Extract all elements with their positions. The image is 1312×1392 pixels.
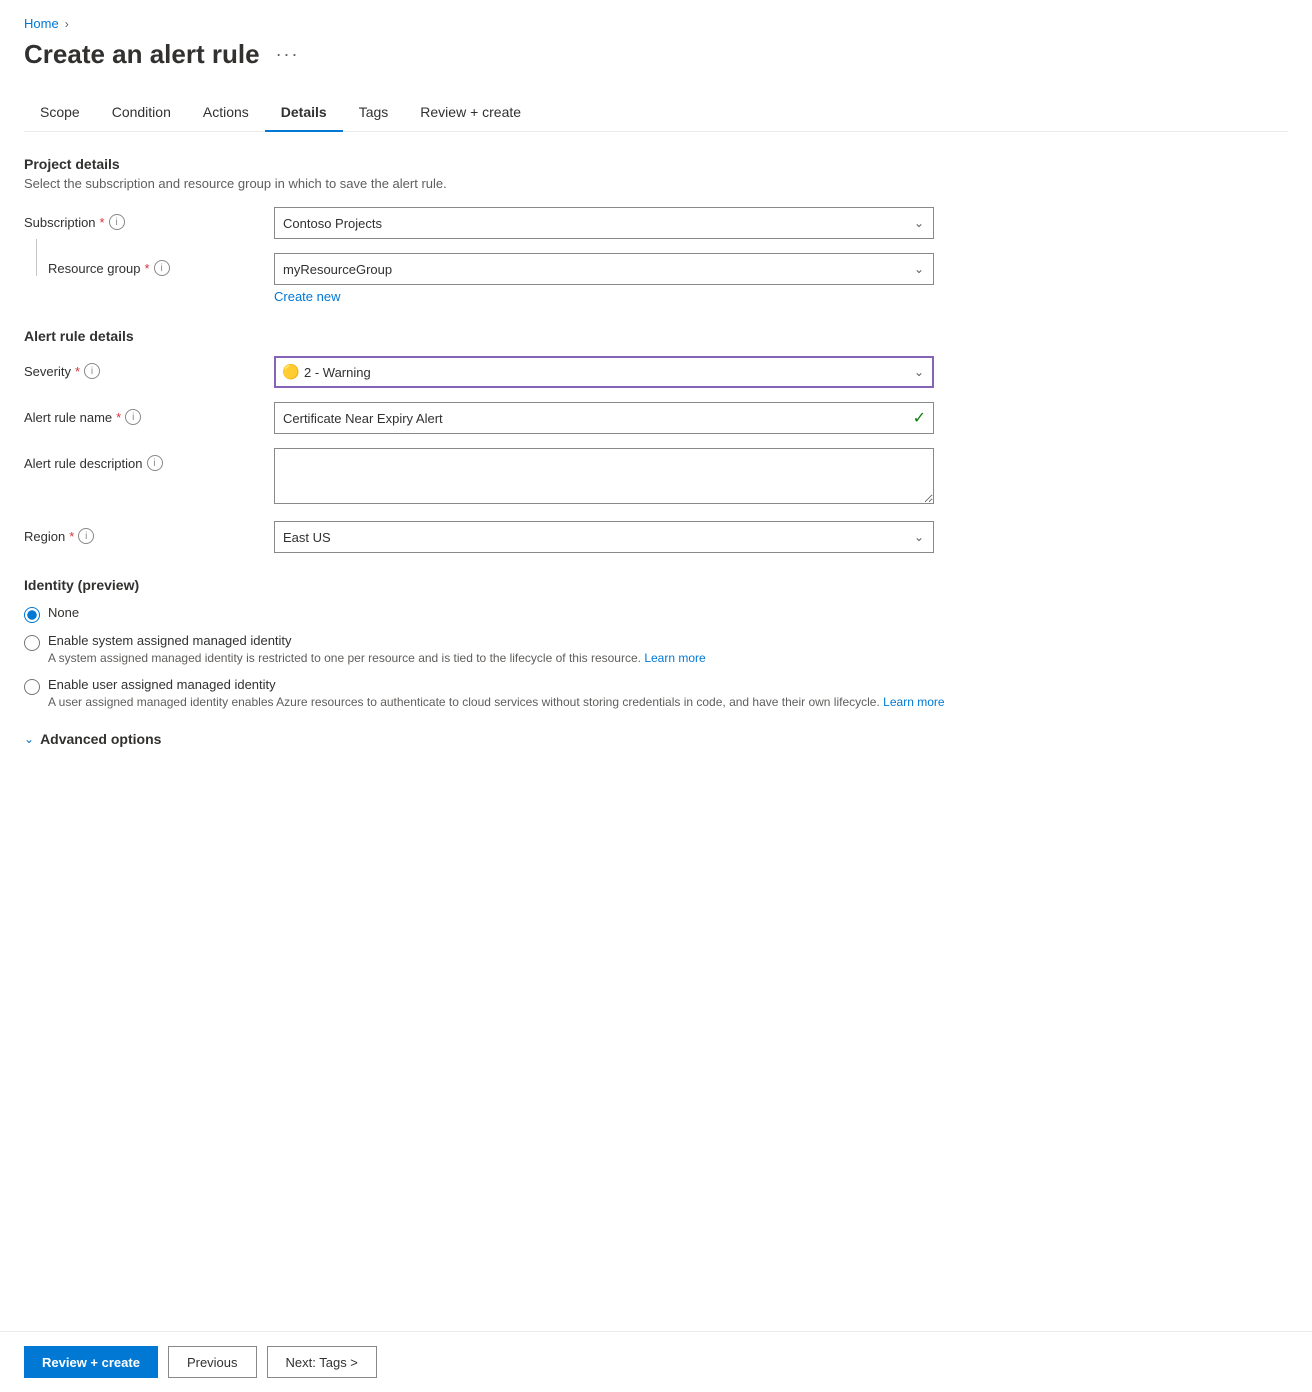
identity-user-radio[interactable] [24, 679, 40, 695]
alert-rule-description-textarea[interactable] [274, 448, 934, 504]
create-new-link[interactable]: Create new [274, 289, 340, 304]
identity-user-label[interactable]: Enable user assigned managed identity [48, 677, 945, 692]
alert-rule-name-control: ✓ [274, 402, 934, 434]
previous-button[interactable]: Previous [168, 1346, 257, 1378]
alert-rule-name-input[interactable] [274, 402, 934, 434]
page-title: Create an alert rule [24, 39, 260, 70]
identity-system-learn-more-link[interactable]: Learn more [644, 651, 705, 665]
identity-system-option: Enable system assigned managed identity … [24, 633, 1288, 667]
severity-select[interactable]: 0 - Critical 1 - Error 2 - Warning 3 - I… [274, 356, 934, 388]
severity-info-icon[interactable]: i [84, 363, 100, 379]
alert-rule-description-control [274, 448, 934, 507]
subscription-info-icon[interactable]: i [109, 214, 125, 230]
ellipsis-menu-button[interactable]: ··· [270, 42, 306, 67]
severity-label: Severity * i [24, 356, 274, 379]
tab-condition[interactable]: Condition [96, 94, 187, 132]
resource-group-label: Resource group * i [24, 253, 274, 276]
region-info-icon[interactable]: i [78, 528, 94, 544]
identity-none-radio[interactable] [24, 607, 40, 623]
identity-user-description: A user assigned managed identity enables… [48, 694, 945, 711]
identity-section-title: Identity (preview) [24, 577, 1288, 593]
region-required: * [69, 529, 74, 544]
region-label: Region * i [24, 521, 274, 544]
review-create-button[interactable]: Review + create [24, 1346, 158, 1378]
subscription-required: * [100, 215, 105, 230]
alert-rule-name-info-icon[interactable]: i [125, 409, 141, 425]
resource-group-required: * [145, 261, 150, 276]
advanced-options-chevron-icon: ⌄ [24, 732, 34, 746]
identity-system-radio[interactable] [24, 635, 40, 651]
advanced-options-section[interactable]: ⌄ Advanced options [24, 731, 1288, 747]
alert-rule-name-label: Alert rule name * i [24, 402, 274, 425]
identity-user-option: Enable user assigned managed identity A … [24, 677, 1288, 711]
subscription-label: Subscription * i [24, 207, 274, 230]
identity-system-description: A system assigned managed identity is re… [48, 650, 706, 667]
tabs-nav: Scope Condition Actions Details Tags Rev… [24, 94, 1288, 132]
breadcrumb: Home › [24, 16, 1288, 31]
alert-rule-description-info-icon[interactable]: i [147, 455, 163, 471]
alert-rule-details-title: Alert rule details [24, 328, 1288, 344]
severity-control: 🟡 0 - Critical 1 - Error 2 - Warning 3 -… [274, 356, 934, 388]
region-select[interactable]: East US East US 2 West US West US 2 Nort… [274, 521, 934, 553]
subscription-select[interactable]: Contoso Projects [274, 207, 934, 239]
advanced-options-label: Advanced options [40, 731, 161, 747]
identity-none-label[interactable]: None [48, 605, 79, 620]
tab-review-create[interactable]: Review + create [404, 94, 537, 132]
identity-system-label[interactable]: Enable system assigned managed identity [48, 633, 706, 648]
identity-user-learn-more-link[interactable]: Learn more [883, 695, 944, 709]
resource-group-info-icon[interactable]: i [154, 260, 170, 276]
subscription-control: Contoso Projects ⌄ [274, 207, 934, 239]
severity-required: * [75, 364, 80, 379]
tab-tags[interactable]: Tags [343, 94, 405, 132]
tab-details[interactable]: Details [265, 94, 343, 132]
alert-rule-name-required: * [116, 410, 121, 425]
next-tags-button[interactable]: Next: Tags > [267, 1346, 377, 1378]
footer: Review + create Previous Next: Tags > [0, 1331, 1312, 1392]
alert-rule-description-label: Alert rule description i [24, 448, 274, 471]
resource-group-select[interactable]: myResourceGroup [274, 253, 934, 285]
project-details-section-title: Project details [24, 156, 1288, 172]
home-link[interactable]: Home [24, 16, 59, 31]
region-control: East US East US 2 West US West US 2 Nort… [274, 521, 934, 553]
identity-none-option: None [24, 605, 1288, 623]
project-details-description: Select the subscription and resource gro… [24, 176, 1288, 191]
resource-group-control: myResourceGroup ⌄ Create new [274, 253, 934, 304]
tab-actions[interactable]: Actions [187, 94, 265, 132]
tab-scope[interactable]: Scope [24, 94, 96, 132]
breadcrumb-separator: › [65, 17, 69, 31]
